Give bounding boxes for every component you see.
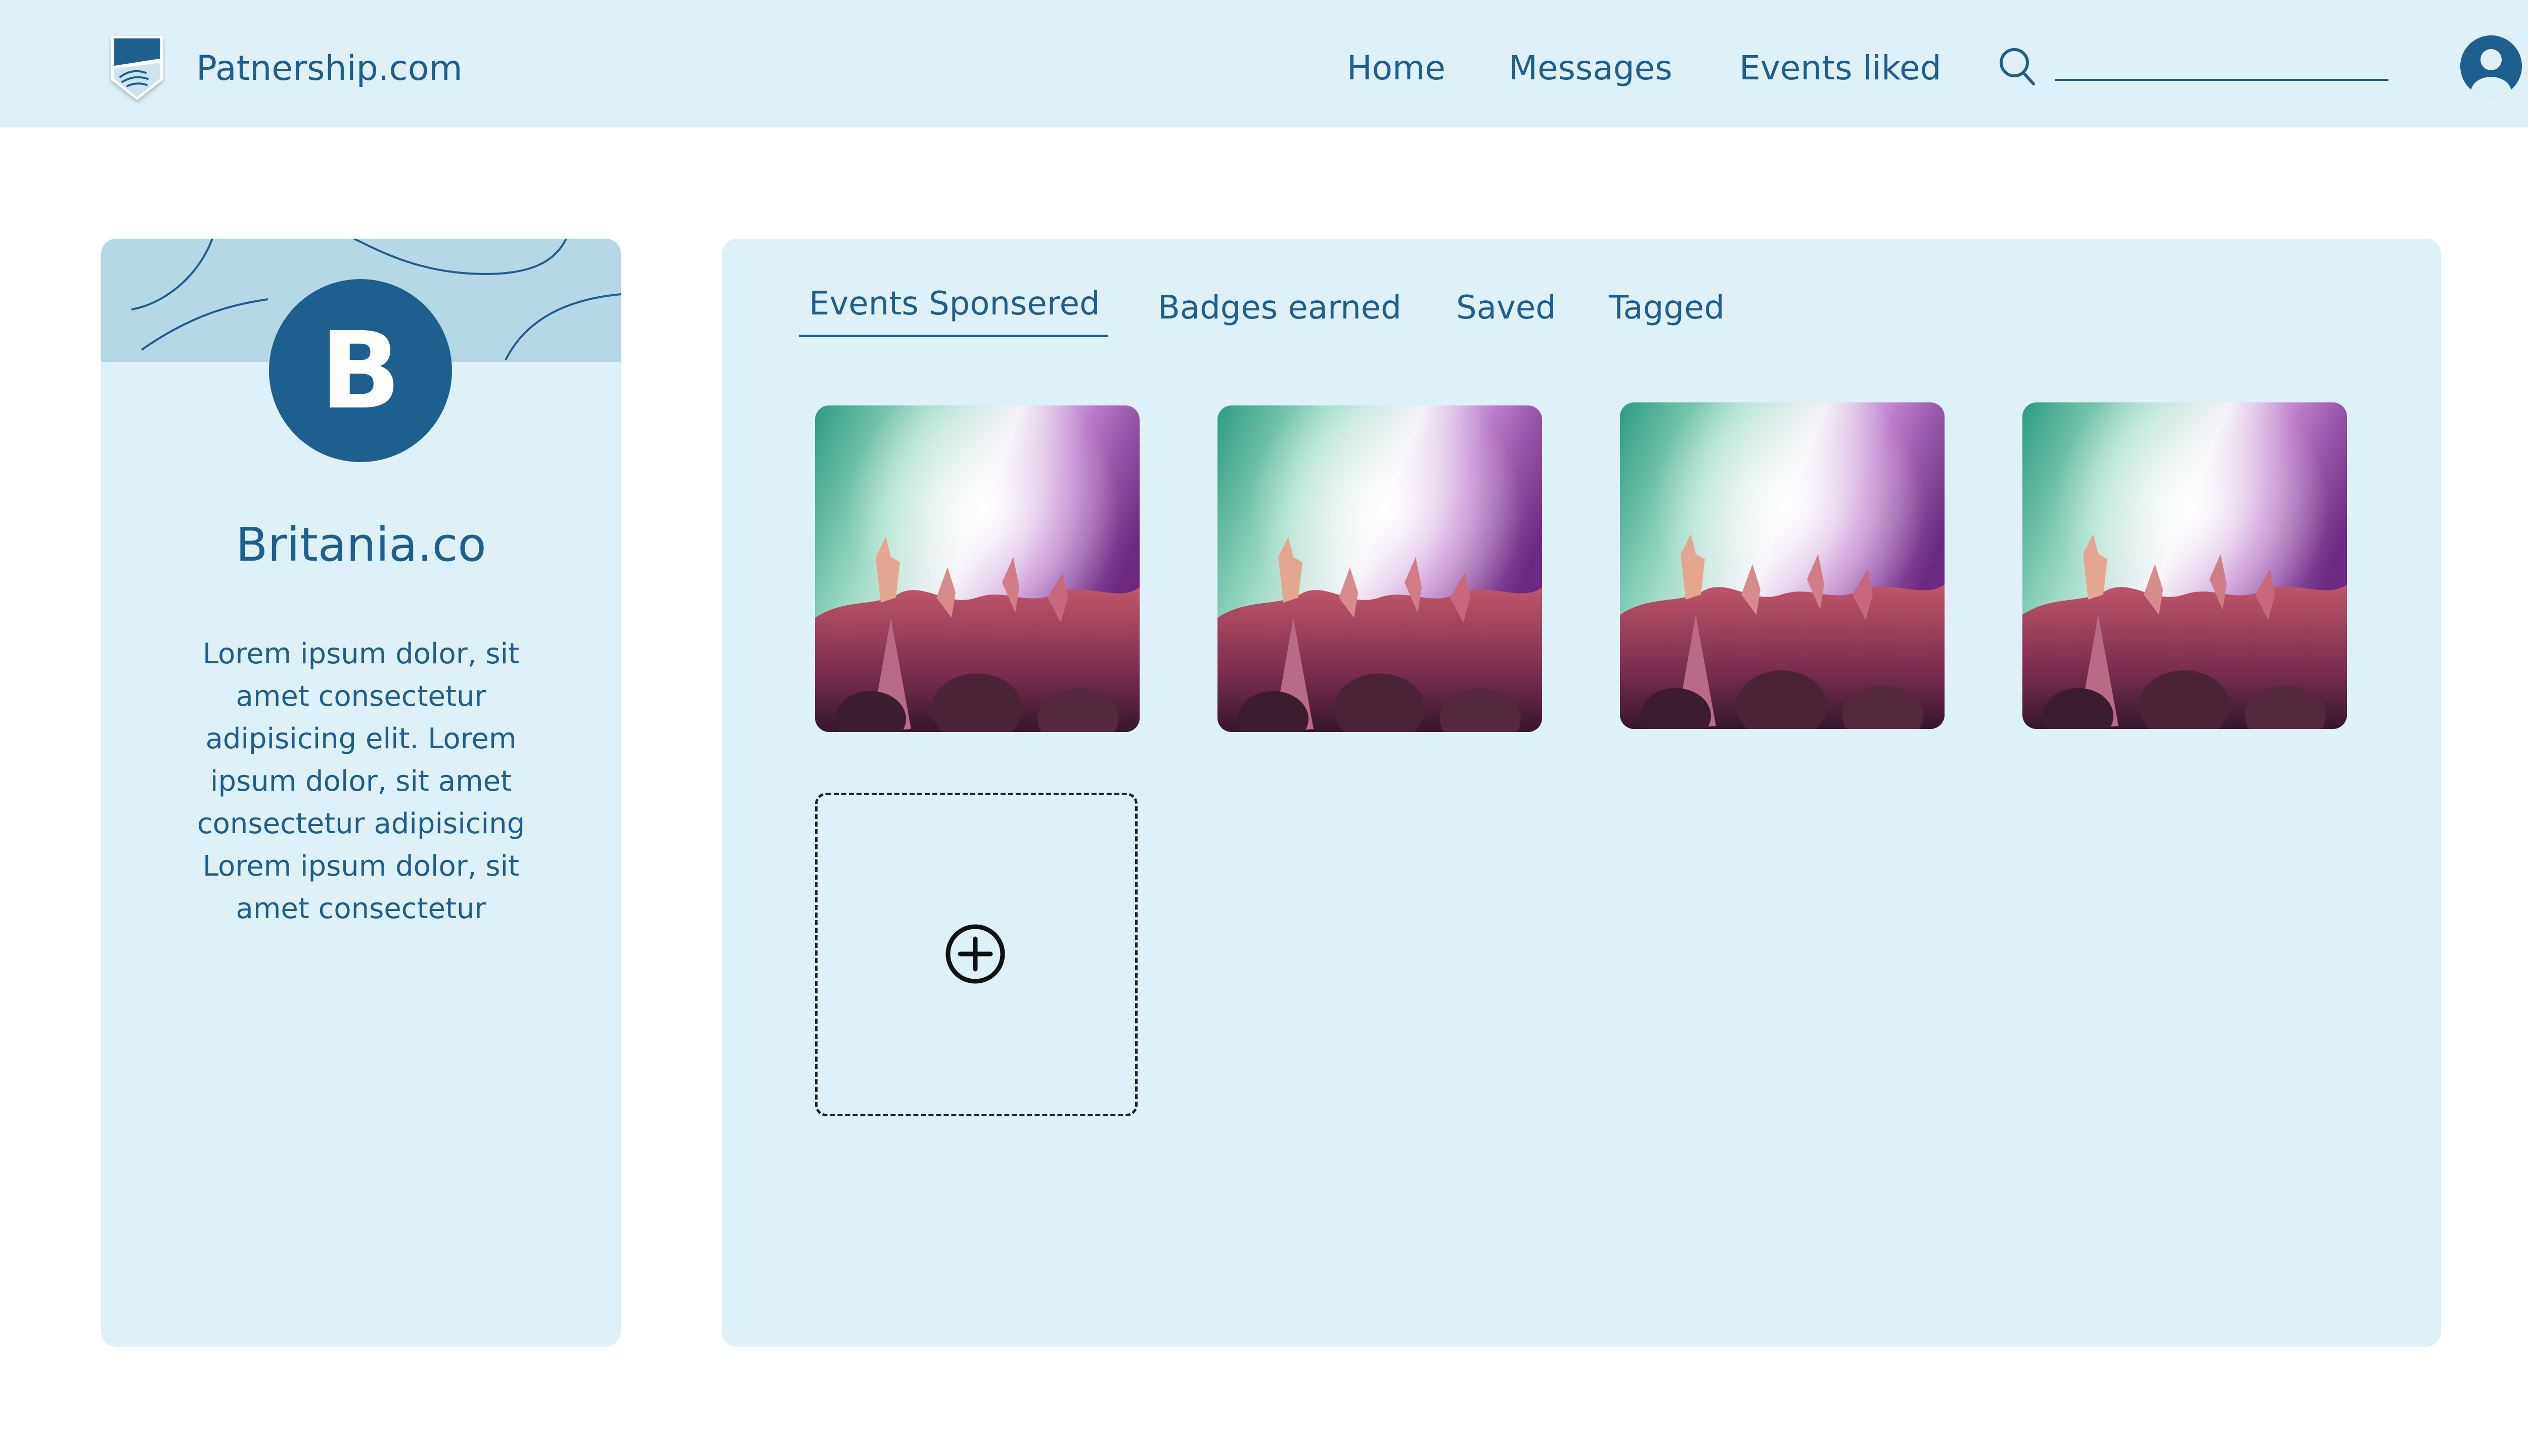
user-account-icon[interactable]: [2460, 35, 2522, 97]
tab-events-sponsored[interactable]: Events Sponsered: [809, 285, 1100, 323]
tab-tagged[interactable]: Tagged: [1609, 289, 1725, 327]
active-tab-indicator: [799, 335, 1108, 337]
event-thumbnail[interactable]: [815, 405, 1140, 732]
event-thumbnail[interactable]: [2022, 402, 2347, 729]
tab-badges-earned[interactable]: Badges earned: [1158, 289, 1402, 327]
profile-bio: Lorem ipsum dolor, sit amet consectetur …: [197, 638, 525, 925]
logo-icon[interactable]: [107, 33, 167, 104]
event-thumbnail[interactable]: [1217, 405, 1542, 732]
add-event-tile[interactable]: [815, 793, 1138, 1116]
profile-avatar[interactable]: B: [269, 279, 452, 462]
page: Patnership.com Home Messages Events like…: [0, 0, 2528, 1456]
nav-home[interactable]: Home: [1347, 49, 1446, 87]
nav-messages[interactable]: Messages: [1509, 49, 1673, 87]
profile-name: Britania.co: [236, 518, 486, 572]
search-input[interactable]: [2055, 49, 2388, 81]
top-navbar: Patnership.com Home Messages Events like…: [0, 0, 2528, 127]
nav-events-liked[interactable]: Events liked: [1739, 49, 1941, 87]
content-card: Events Sponsered Badges earned Saved Tag…: [722, 239, 2441, 1347]
brand-name[interactable]: Patnership.com: [196, 49, 463, 88]
concert-crowd-image: [1620, 402, 1945, 729]
concert-crowd-image: [815, 405, 1140, 732]
event-thumbnail[interactable]: [1620, 402, 1945, 729]
tab-saved[interactable]: Saved: [1456, 289, 1556, 327]
profile-card: B Britania.co Lorem ipsum dolor, sit ame…: [101, 239, 621, 1347]
concert-crowd-image: [2022, 402, 2347, 729]
search-icon[interactable]: [1997, 46, 2038, 88]
add-circle-icon[interactable]: [945, 924, 1006, 984]
concert-crowd-image: [1217, 405, 1542, 732]
